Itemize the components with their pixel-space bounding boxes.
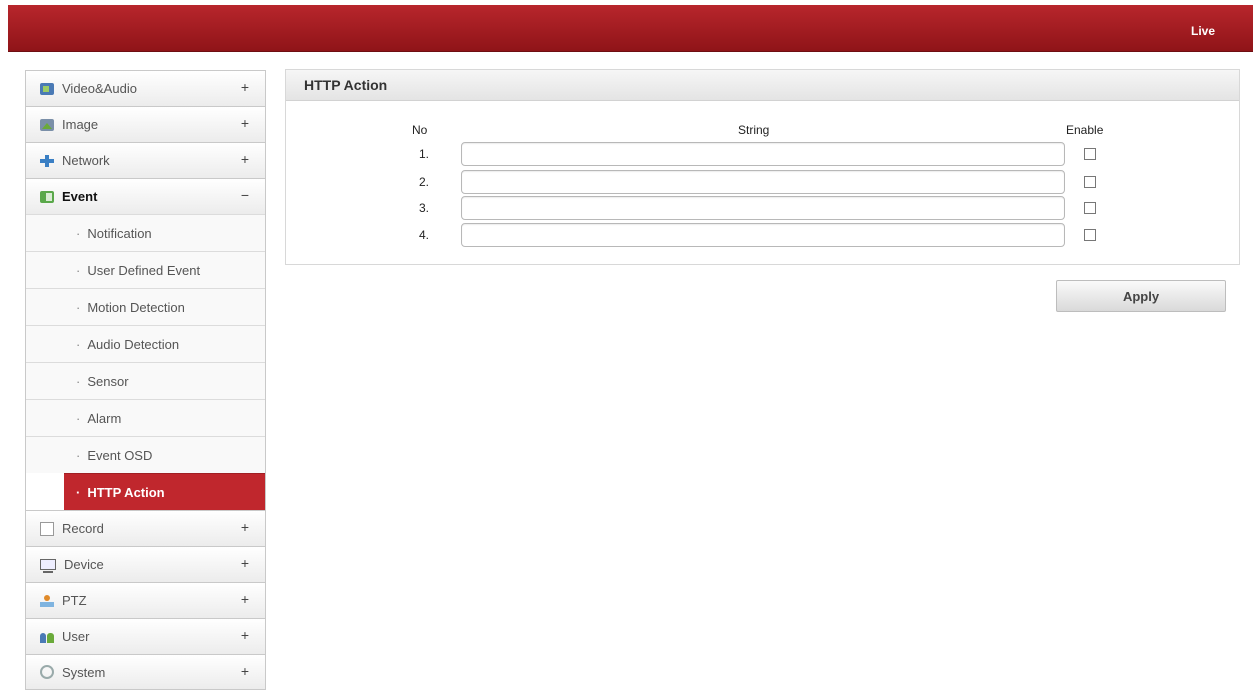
sidebar-item-system[interactable]: System +: [25, 654, 266, 690]
submenu-item-http-action[interactable]: · HTTP Action: [64, 473, 265, 510]
enable-checkbox-3[interactable]: [1084, 202, 1096, 214]
submenu-item-audio-detection[interactable]: · Audio Detection: [26, 325, 265, 362]
bullet-icon: ·: [76, 262, 81, 278]
sidebar-item-video-audio[interactable]: Video&Audio +: [25, 70, 266, 106]
video-audio-icon: [40, 82, 54, 95]
bullet-icon: ·: [76, 447, 81, 463]
event-submenu: · Notification · User Defined Event · Mo…: [25, 214, 266, 510]
sidebar-item-device[interactable]: Device +: [25, 546, 266, 582]
action-row: 2.: [286, 170, 1239, 194]
bullet-icon: ·: [76, 336, 81, 352]
sidebar-item-label: Network: [62, 153, 110, 168]
submenu-item-event-osd[interactable]: · Event OSD: [26, 436, 265, 473]
submenu-item-label: Notification: [87, 225, 152, 241]
expand-toggle[interactable]: +: [241, 555, 249, 571]
user-icon: [40, 631, 54, 643]
sidebar-item-label: Video&Audio: [62, 81, 137, 96]
image-icon: [40, 118, 54, 131]
sidebar-item-label: PTZ: [62, 593, 87, 608]
http-string-input-4[interactable]: [461, 223, 1065, 247]
sidebar-item-label: Event: [62, 189, 98, 204]
http-string-input-2[interactable]: [461, 170, 1065, 194]
collapse-toggle[interactable]: −: [241, 187, 249, 203]
http-string-input-3[interactable]: [461, 196, 1065, 220]
submenu-item-notification[interactable]: · Notification: [26, 214, 265, 251]
system-icon: [40, 665, 54, 679]
submenu-item-user-defined-event[interactable]: · User Defined Event: [26, 251, 265, 288]
submenu-item-alarm[interactable]: · Alarm: [26, 399, 265, 436]
submenu-item-label: User Defined Event: [87, 262, 201, 278]
submenu-item-label: Audio Detection: [87, 336, 180, 352]
submenu-item-label: HTTP Action: [87, 484, 165, 500]
bullet-icon: ·: [76, 299, 81, 315]
sidebar-item-image[interactable]: Image +: [25, 106, 266, 142]
sidebar-item-record[interactable]: Record +: [25, 510, 266, 546]
sidebar-item-label: Device: [64, 557, 104, 572]
column-header-no: No: [412, 123, 428, 137]
action-row: 3.: [286, 196, 1239, 220]
enable-checkbox-1[interactable]: [1084, 148, 1096, 160]
sidebar-item-label: System: [62, 664, 106, 680]
expand-toggle[interactable]: +: [241, 627, 249, 643]
row-number: 2.: [419, 175, 430, 189]
sidebar-menu: Video&Audio + Image + Network + Event − …: [25, 70, 266, 690]
panel-title: HTTP Action: [286, 70, 1239, 101]
submenu-item-label: Alarm: [87, 410, 122, 426]
column-header-enable: Enable: [1066, 123, 1104, 137]
expand-toggle[interactable]: +: [241, 79, 249, 95]
bullet-icon: ·: [76, 225, 81, 241]
http-string-input-1[interactable]: [461, 142, 1065, 166]
apply-button[interactable]: Apply: [1056, 280, 1226, 312]
sidebar-item-user[interactable]: User +: [25, 618, 266, 654]
sidebar-item-ptz[interactable]: PTZ +: [25, 582, 266, 618]
sidebar-item-label: Image: [62, 117, 99, 132]
bullet-icon: ·: [76, 410, 81, 426]
sidebar-item-event[interactable]: Event −: [25, 178, 266, 214]
enable-checkbox-4[interactable]: [1084, 229, 1096, 241]
submenu-item-label: Event OSD: [87, 447, 153, 463]
record-icon: [40, 521, 54, 536]
expand-toggle[interactable]: +: [241, 519, 249, 535]
submenu-item-sensor[interactable]: · Sensor: [26, 362, 265, 399]
device-icon: [40, 559, 56, 573]
expand-toggle[interactable]: +: [241, 591, 249, 607]
bullet-icon: ·: [76, 373, 81, 389]
column-header-string: String: [738, 123, 770, 137]
submenu-item-motion-detection[interactable]: · Motion Detection: [26, 288, 265, 325]
bullet-icon: ·: [76, 484, 81, 500]
sidebar-item-network[interactable]: Network +: [25, 142, 266, 178]
row-number: 4.: [419, 228, 430, 242]
top-header-bar: Live: [8, 5, 1253, 52]
live-link[interactable]: Live: [1191, 24, 1215, 38]
action-row: 4.: [286, 223, 1239, 247]
network-icon: [40, 154, 54, 167]
http-action-panel: HTTP Action No String Enable 1. 2. 3. 4.: [285, 69, 1240, 265]
submenu-item-label: Sensor: [87, 373, 129, 389]
expand-toggle[interactable]: +: [241, 663, 249, 679]
row-number: 1.: [419, 147, 430, 161]
sidebar-item-label: Record: [62, 521, 104, 536]
submenu-item-label: Motion Detection: [87, 299, 185, 315]
expand-toggle[interactable]: +: [241, 151, 249, 167]
ptz-icon: [40, 594, 54, 607]
action-row: 1.: [286, 142, 1239, 166]
event-icon: [40, 190, 54, 203]
expand-toggle[interactable]: +: [241, 115, 249, 131]
enable-checkbox-2[interactable]: [1084, 176, 1096, 188]
row-number: 3.: [419, 201, 430, 215]
sidebar-item-label: User: [62, 629, 90, 644]
